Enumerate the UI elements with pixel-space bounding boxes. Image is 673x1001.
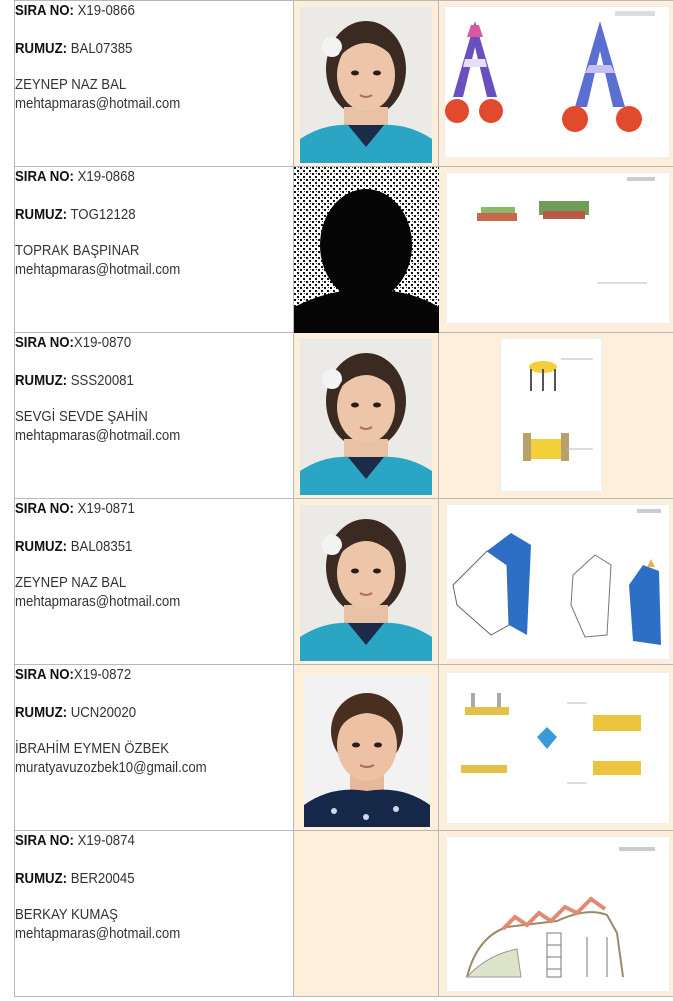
photo-cell — [293, 498, 439, 665]
rumuz-value: UCN20020 — [67, 704, 137, 721]
sira-no-label: SIRA NO: — [15, 666, 74, 683]
sira-no-label: SIRA NO: — [15, 168, 74, 185]
student-email: muratyavuzozbek10@gmail.com — [15, 759, 207, 776]
entry-info: SIRA NO: X19-0871 RUMUZ: BAL08351 ZEYNEP… — [14, 498, 294, 665]
student-photo-icon — [300, 7, 432, 163]
sira-no-line: SIRA NO:X19-0870 — [15, 333, 260, 352]
table-row: SIRA NO: X19-0871 RUMUZ: BAL08351 ZEYNEP… — [14, 498, 673, 665]
table-row: SIRA NO:X19-0872 RUMUZ: UCN20020 İBRAHİM… — [14, 664, 673, 831]
rumuz-label: RUMUZ: — [15, 870, 68, 887]
design-cell — [438, 332, 673, 499]
table-row: SIRA NO:X19-0870 RUMUZ: SSS20081 SEVGİ S… — [14, 332, 673, 499]
sira-no-value: X19-0870 — [73, 334, 132, 351]
rumuz-line: RUMUZ: BAL08351 — [15, 537, 260, 556]
sira-no-label: SIRA NO: — [15, 832, 74, 849]
rumuz-label: RUMUZ: — [15, 538, 68, 555]
rumuz-line: RUMUZ: SSS20081 — [15, 371, 260, 390]
student-email: mehtapmaras@hotmail.com — [15, 427, 181, 444]
sira-no-value: X19-0871 — [73, 500, 135, 517]
photo-cell — [293, 166, 439, 333]
photo-cell — [293, 332, 439, 499]
student-name: SEVGİ SEVDE ŞAHİN — [15, 408, 148, 425]
rumuz-line: RUMUZ: TOG12128 — [15, 205, 260, 224]
table-row: SIRA NO: X19-0874 RUMUZ: BER20045 BERKAY… — [14, 830, 673, 997]
table-row: SIRA NO: X19-0868 RUMUZ: TOG12128 TOPRAK… — [14, 166, 673, 333]
entry-info: SIRA NO: X19-0866 RUMUZ: BAL07385 ZEYNEP… — [14, 0, 294, 167]
rumuz-value: BAL07385 — [67, 40, 133, 57]
design-drawing-icon — [447, 673, 669, 823]
student-photo-icon — [300, 339, 432, 495]
sira-no-label: SIRA NO: — [15, 2, 74, 19]
student-email: mehtapmaras@hotmail.com — [15, 593, 181, 610]
student-name: ZEYNEP NAZ BAL — [15, 76, 127, 93]
student-name: BERKAY KUMAŞ — [15, 906, 118, 923]
student-name: ZEYNEP NAZ BAL — [15, 574, 127, 591]
rumuz-label: RUMUZ: — [15, 704, 68, 721]
student-name: İBRAHİM EYMEN ÖZBEK — [15, 740, 170, 757]
rumuz-value: SSS20081 — [67, 372, 134, 389]
rumuz-label: RUMUZ: — [15, 372, 68, 389]
rumuz-label: RUMUZ: — [15, 40, 68, 57]
rumuz-line: RUMUZ: BER20045 — [15, 869, 260, 888]
design-cell — [438, 0, 673, 167]
rumuz-value: TOG12128 — [67, 206, 136, 223]
rumuz-line: RUMUZ: BAL07385 — [15, 39, 260, 58]
student-email: mehtapmaras@hotmail.com — [15, 95, 181, 112]
photo-cell — [293, 664, 439, 831]
table-row: SIRA NO: X19-0866 RUMUZ: BAL07385 ZEYNEP… — [14, 0, 673, 167]
entry-info: SIRA NO: X19-0868 RUMUZ: TOG12128 TOPRAK… — [14, 166, 294, 333]
entries-table: SIRA NO: X19-0866 RUMUZ: BAL07385 ZEYNEP… — [14, 0, 673, 997]
student-photo-icon — [300, 505, 432, 661]
sira-no-value: X19-0874 — [73, 832, 135, 849]
design-drawing-icon — [445, 7, 669, 157]
design-drawing-icon — [447, 173, 669, 323]
rumuz-label: RUMUZ: — [15, 206, 68, 223]
sira-no-line: SIRA NO: X19-0866 — [15, 1, 260, 20]
entry-info: SIRA NO:X19-0872 RUMUZ: UCN20020 İBRAHİM… — [14, 664, 294, 831]
design-cell — [438, 830, 673, 997]
photo-cell-empty — [293, 830, 439, 997]
entries-sheet: SIRA NO: X19-0866 RUMUZ: BAL07385 ZEYNEP… — [14, 0, 673, 997]
design-cell — [438, 166, 673, 333]
photo-cell — [293, 0, 439, 167]
sira-no-line: SIRA NO:X19-0872 — [15, 665, 260, 684]
student-email: mehtapmaras@hotmail.com — [15, 261, 181, 278]
sira-no-label: SIRA NO: — [15, 500, 74, 517]
design-drawing-icon — [447, 837, 669, 991]
student-photo-icon — [304, 675, 430, 827]
sira-no-line: SIRA NO: X19-0874 — [15, 831, 260, 850]
entry-info: SIRA NO:X19-0870 RUMUZ: SSS20081 SEVGİ S… — [14, 332, 294, 499]
rumuz-line: RUMUZ: UCN20020 — [15, 703, 260, 722]
sira-no-label: SIRA NO: — [15, 334, 74, 351]
sira-no-value: X19-0866 — [73, 2, 135, 19]
student-photo-icon — [294, 167, 439, 333]
design-drawing-icon — [501, 339, 601, 491]
student-name: TOPRAK BAŞPINAR — [15, 242, 140, 259]
design-cell — [438, 664, 673, 831]
design-cell — [438, 498, 673, 665]
design-drawing-icon — [447, 505, 669, 659]
sira-no-value: X19-0872 — [73, 666, 132, 683]
sira-no-value: X19-0868 — [73, 168, 135, 185]
sira-no-line: SIRA NO: X19-0871 — [15, 499, 260, 518]
entry-info: SIRA NO: X19-0874 RUMUZ: BER20045 BERKAY… — [14, 830, 294, 997]
student-email: mehtapmaras@hotmail.com — [15, 925, 181, 942]
rumuz-value: BER20045 — [67, 870, 135, 887]
sira-no-line: SIRA NO: X19-0868 — [15, 167, 260, 186]
rumuz-value: BAL08351 — [67, 538, 133, 555]
